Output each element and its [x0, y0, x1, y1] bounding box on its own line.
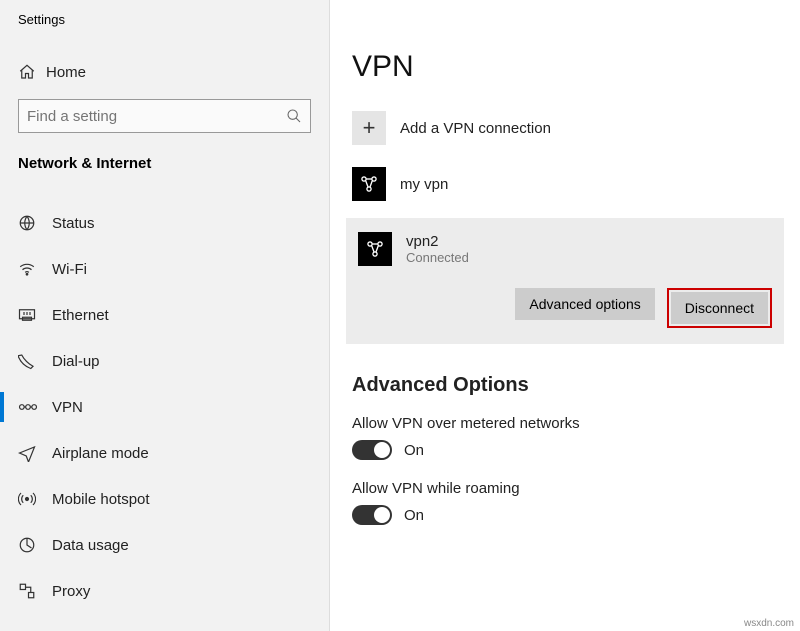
option-roaming-label: Allow VPN while roaming [352, 480, 784, 497]
add-vpn-label: Add a VPN connection [400, 120, 551, 137]
datausage-icon [18, 536, 52, 554]
vpn-item-status: Connected [406, 250, 469, 265]
sidebar-item-label: Airplane mode [52, 445, 149, 462]
advanced-options-heading: Advanced Options [352, 374, 784, 397]
search-input[interactable] [27, 108, 286, 125]
option-metered-label: Allow VPN over metered networks [352, 415, 784, 432]
vpn-icon [18, 400, 52, 414]
sidebar-item-label: Wi-Fi [52, 261, 87, 278]
sidebar-home[interactable]: Home [18, 63, 329, 81]
vpn-item-selected[interactable]: vpn2 Connected Advanced options Disconne… [346, 218, 784, 344]
vpn-item-name: my vpn [400, 176, 448, 193]
toggle-metered[interactable] [352, 440, 392, 460]
status-icon [18, 214, 52, 232]
nav-list: Status Wi-Fi Ethernet Dial-up [0, 200, 329, 614]
sidebar-item-status[interactable]: Status [0, 200, 329, 246]
sidebar-item-label: VPN [52, 399, 83, 416]
section-header: Network & Internet [18, 155, 311, 172]
app-title: Settings [18, 12, 329, 27]
airplane-icon [18, 444, 52, 462]
search-box[interactable] [18, 99, 311, 133]
page-title: VPN [352, 50, 784, 84]
hotspot-icon [18, 490, 52, 508]
sidebar-item-label: Proxy [52, 583, 90, 600]
toggle-metered-state: On [404, 442, 424, 459]
add-vpn-row[interactable]: + Add a VPN connection [352, 106, 784, 150]
sidebar-item-wifi[interactable]: Wi-Fi [0, 246, 329, 292]
sidebar-item-airplane[interactable]: Airplane mode [0, 430, 329, 476]
sidebar-item-hotspot[interactable]: Mobile hotspot [0, 476, 329, 522]
proxy-icon [18, 582, 52, 600]
toggle-roaming[interactable] [352, 505, 392, 525]
home-label: Home [46, 64, 86, 81]
sidebar-item-vpn[interactable]: VPN [0, 384, 329, 430]
highlight-box: Disconnect [667, 288, 772, 328]
sidebar-item-label: Mobile hotspot [52, 491, 150, 508]
sidebar-item-label: Data usage [52, 537, 129, 554]
advanced-options-button[interactable]: Advanced options [515, 288, 654, 320]
sidebar: Settings Home Network & Internet Status [0, 0, 330, 631]
sidebar-item-proxy[interactable]: Proxy [0, 568, 329, 614]
attribution: wsxdn.com [744, 618, 794, 629]
sidebar-item-label: Dial-up [52, 353, 100, 370]
ethernet-icon [18, 308, 52, 322]
sidebar-item-label: Ethernet [52, 307, 109, 324]
sidebar-item-ethernet[interactable]: Ethernet [0, 292, 329, 338]
sidebar-item-datausage[interactable]: Data usage [0, 522, 329, 568]
sidebar-item-label: Status [52, 215, 95, 232]
search-icon [286, 108, 302, 124]
plus-icon: + [352, 111, 386, 145]
network-icon [352, 167, 386, 201]
wifi-icon [18, 260, 52, 278]
network-icon [358, 232, 392, 266]
main-content: VPN + Add a VPN connection my vpn vpn2 C… [330, 0, 800, 631]
toggle-roaming-state: On [404, 507, 424, 524]
vpn-item[interactable]: my vpn [352, 162, 784, 206]
vpn-item-name: vpn2 [406, 233, 469, 250]
dialup-icon [18, 352, 52, 370]
sidebar-item-dialup[interactable]: Dial-up [0, 338, 329, 384]
home-icon [18, 63, 46, 81]
disconnect-button[interactable]: Disconnect [671, 292, 768, 324]
